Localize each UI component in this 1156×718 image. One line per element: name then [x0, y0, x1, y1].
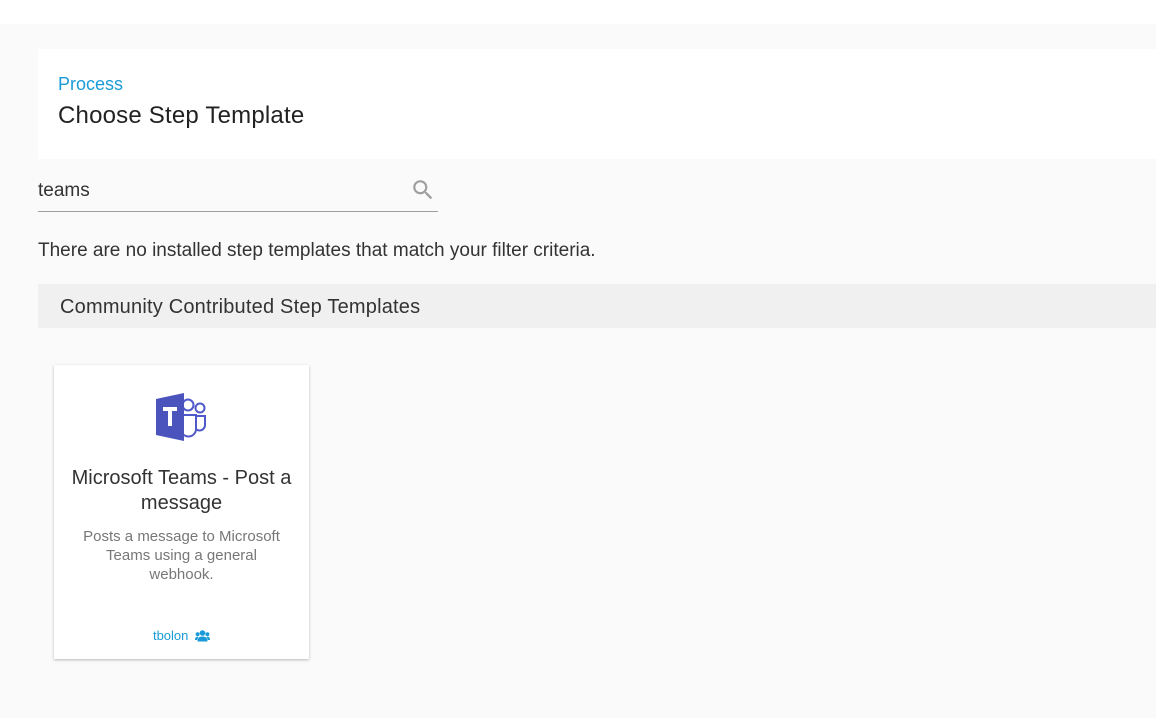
page-body: Process Choose Step Template There are n…	[0, 24, 1156, 718]
microsoft-teams-logo	[156, 393, 206, 441]
page-header: Process Choose Step Template	[38, 49, 1156, 159]
template-author-link[interactable]: tbolon	[153, 628, 188, 643]
template-author: tbolon	[54, 628, 309, 643]
template-title: Microsoft Teams - Post a message	[71, 467, 292, 514]
search-input[interactable]	[38, 176, 398, 206]
breadcrumb-process-link[interactable]: Process	[58, 74, 123, 95]
template-card-microsoft-teams[interactable]: Microsoft Teams - Post a message Posts a…	[54, 365, 309, 659]
template-description: Posts a message to Microsoft Teams using…	[83, 528, 280, 583]
page-title: Choose Step Template	[58, 102, 305, 129]
search-field	[38, 172, 438, 212]
no-results-message: There are no installed step templates th…	[38, 240, 596, 261]
section-title: Community Contributed Step Templates	[60, 296, 421, 318]
community-section-header: Community Contributed Step Templates	[38, 284, 1156, 328]
users-icon	[195, 630, 211, 642]
search-icon[interactable]	[410, 177, 436, 203]
